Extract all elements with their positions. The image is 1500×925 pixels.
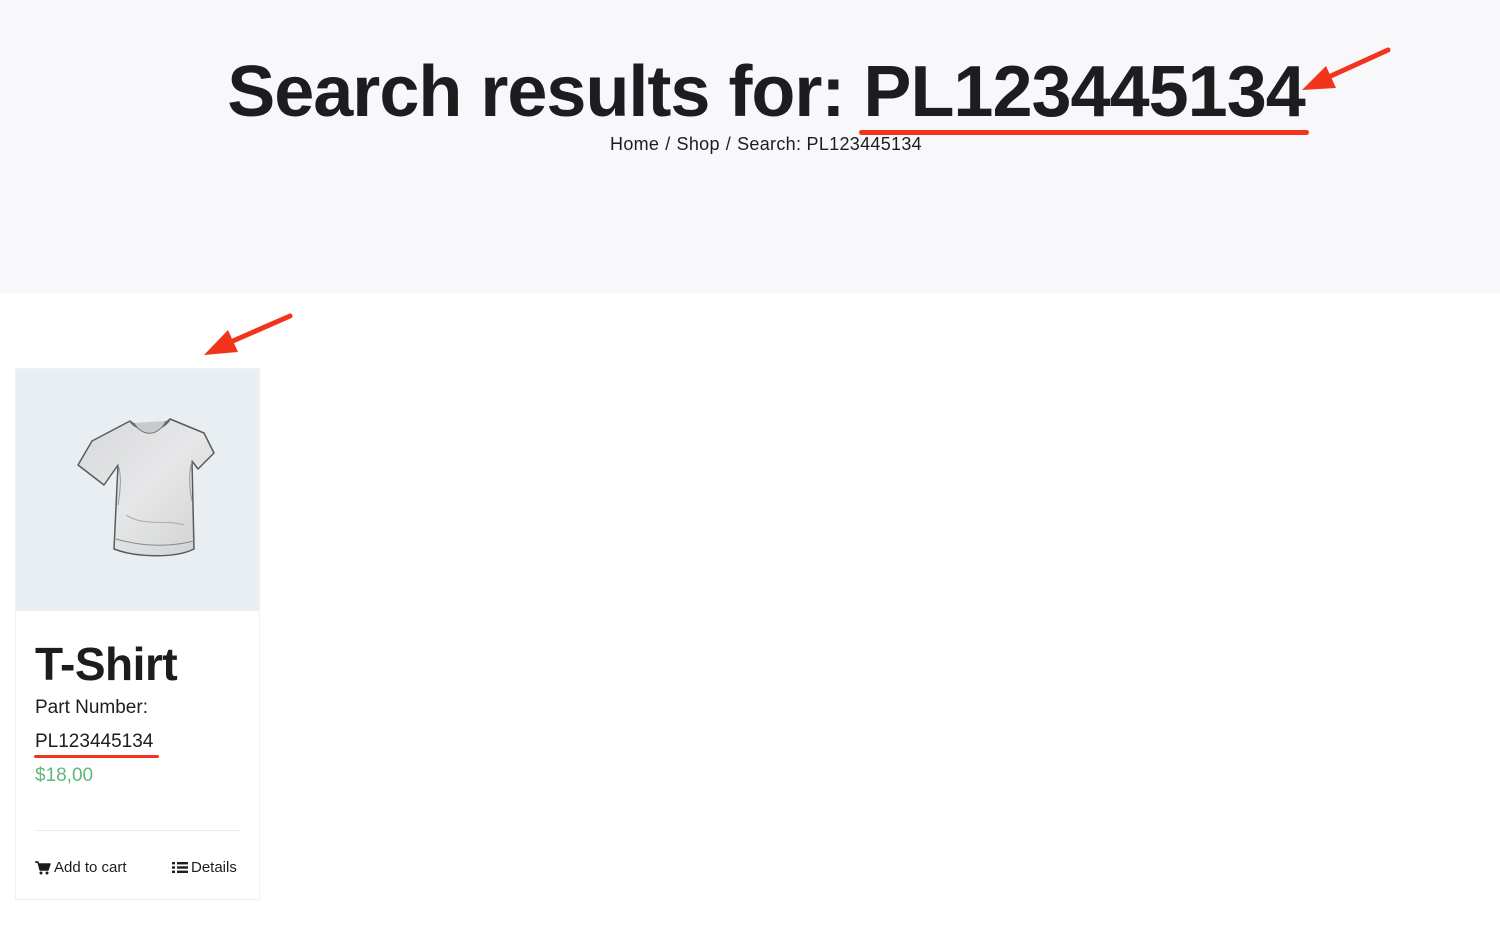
page-header: Search results for: PL123445134 Home / Sho… bbox=[0, 0, 1500, 293]
product-title[interactable]: T-Shirt bbox=[35, 637, 178, 691]
t-shirt-image bbox=[77, 418, 215, 557]
search-query-highlight: PL123445134 bbox=[859, 52, 1309, 135]
part-number-value: PL123445134 bbox=[35, 731, 154, 752]
search-query: PL123445134 bbox=[863, 52, 1305, 132]
breadcrumb-home[interactable]: Home bbox=[610, 134, 659, 154]
add-to-cart-button[interactable]: Add to cart bbox=[35, 859, 127, 876]
add-to-cart-label: Add to cart bbox=[54, 859, 127, 876]
breadcrumb-separator: / bbox=[665, 134, 671, 154]
title-prefix: Search results for: bbox=[227, 52, 864, 132]
list-icon bbox=[172, 862, 188, 873]
red-arrow-annotation-card bbox=[204, 313, 293, 355]
product-price: $18,00 bbox=[35, 765, 94, 786]
page-title: Search results for: PL123445134 bbox=[0, 52, 1500, 135]
card-divider bbox=[35, 830, 240, 831]
red-arrow-annotation-title bbox=[1302, 47, 1391, 90]
breadcrumb-shop[interactable]: Shop bbox=[677, 134, 720, 154]
product-card[interactable]: T-Shirt Part Number: PL123445134 $18,00 … bbox=[16, 369, 259, 899]
breadcrumb: Home / Shop / Search: PL123445134 bbox=[0, 134, 1500, 155]
product-image[interactable] bbox=[16, 369, 259, 611]
breadcrumb-current: Search: PL123445134 bbox=[737, 134, 922, 154]
details-button[interactable]: Details bbox=[172, 859, 237, 876]
breadcrumb-separator: / bbox=[725, 134, 732, 154]
cart-icon bbox=[35, 860, 51, 874]
details-label: Details bbox=[191, 859, 237, 876]
part-number-label: Part Number: bbox=[35, 697, 148, 718]
red-underline-annotation bbox=[34, 755, 159, 758]
